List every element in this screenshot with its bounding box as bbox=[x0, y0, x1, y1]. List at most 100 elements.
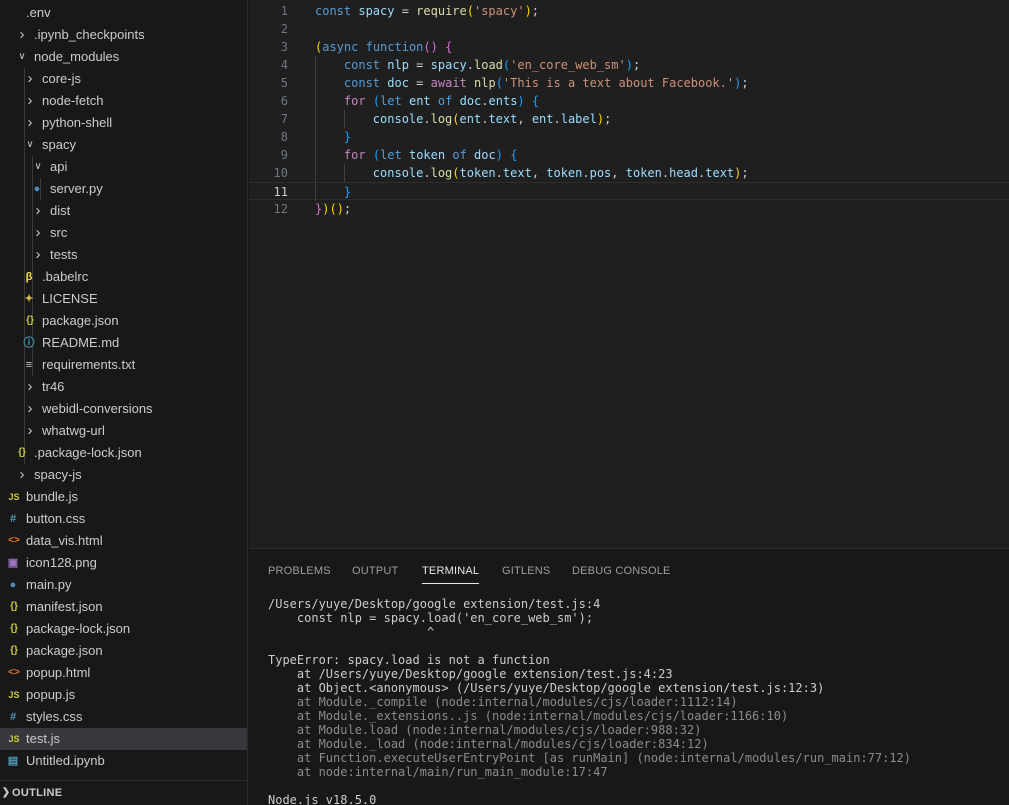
folder-ipynb-checkpoints[interactable]: › .ipynb_checkpoints bbox=[0, 24, 247, 46]
code-line[interactable]: 6 for (let ent of doc.ents) { bbox=[249, 92, 1009, 110]
folder-node-fetch[interactable]: › node-fetch bbox=[0, 90, 247, 112]
chevron-right-icon: › bbox=[35, 246, 41, 263]
python-icon: ● bbox=[9, 579, 17, 591]
bottom-panel: PROBLEMS OUTPUT TERMINAL GITLENS DEBUG CONSO… bbox=[249, 548, 1009, 805]
code-editor[interactable]: 1 const spacy = require('spacy'); 2 3 (async… bbox=[249, 0, 1009, 548]
file-bundle-js[interactable]: JS bundle.js bbox=[0, 486, 247, 508]
code-token: text bbox=[705, 166, 735, 180]
folder-core-js[interactable]: › core-js bbox=[0, 68, 247, 90]
folder-webidl-conversions[interactable]: › webidl-conversions bbox=[0, 398, 247, 420]
code-token: for bbox=[343, 148, 366, 162]
outline-section-header[interactable]: ❯ OUTLINE bbox=[0, 780, 247, 805]
explorer-sidebar: .env › .ipynb_checkpoints ∨ node_modules › cor… bbox=[0, 0, 248, 805]
chevron-right-icon: › bbox=[27, 92, 33, 109]
folder-python-shell[interactable]: › python-shell bbox=[0, 112, 247, 134]
folder-tr46[interactable]: › tr46 bbox=[0, 376, 247, 398]
file-package-json[interactable]: {} package.json bbox=[0, 640, 247, 662]
file-icon128-png[interactable]: ▣ icon128.png bbox=[0, 552, 247, 574]
code-token: load bbox=[474, 58, 503, 72]
code-token: ( bbox=[452, 166, 460, 180]
line-number: 9 bbox=[280, 148, 288, 162]
file-tree: .env › .ipynb_checkpoints ∨ node_modules › cor… bbox=[0, 2, 247, 772]
code-token: ; bbox=[741, 76, 749, 90]
file-package-lock-json[interactable]: {} package-lock.json bbox=[0, 618, 247, 640]
code-line[interactable]: 3 (async function() { bbox=[249, 38, 1009, 56]
file-babelrc[interactable]: β .babelrc bbox=[0, 266, 247, 288]
code-token: const bbox=[315, 4, 352, 18]
file-popup-js[interactable]: JS popup.js bbox=[0, 684, 247, 706]
indent-guide bbox=[24, 222, 25, 244]
folder-spacy-js[interactable]: › spacy-js bbox=[0, 464, 247, 486]
folder-api[interactable]: ∨ api bbox=[0, 156, 247, 178]
file-server-py[interactable]: ● server.py bbox=[0, 178, 247, 200]
code-token: const bbox=[343, 58, 381, 72]
tree-item-label: spacy-js bbox=[34, 467, 82, 482]
file-license[interactable]: ✦ LICENSE bbox=[0, 288, 247, 310]
folder-dist[interactable]: › dist bbox=[0, 200, 247, 222]
tree-item-label: node-fetch bbox=[42, 93, 104, 108]
terminal-output[interactable]: /Users/yuye/Desktop/google extension/tes… bbox=[268, 597, 1008, 805]
line-number: 7 bbox=[280, 112, 288, 126]
folder-src[interactable]: › src bbox=[0, 222, 247, 244]
code-line[interactable]: 1 const spacy = require('spacy'); bbox=[249, 2, 1009, 20]
code-line[interactable]: 4 const nlp = spacy.load('en_core_web_sm… bbox=[249, 56, 1009, 74]
file-data-vis-html[interactable]: <> data_vis.html bbox=[0, 530, 247, 552]
code-token: const bbox=[343, 76, 381, 90]
code-token: let bbox=[380, 94, 402, 108]
file-popup-html[interactable]: <> popup.html bbox=[0, 662, 247, 684]
code-token: ) bbox=[517, 94, 525, 108]
file-main-py[interactable]: ● main.py bbox=[0, 574, 247, 596]
code-token: ) bbox=[495, 148, 503, 162]
tree-item-label: python-shell bbox=[42, 115, 113, 130]
chevron-right-icon: › bbox=[27, 400, 33, 417]
terminal-line: at Module._load (node:internal/modules/c… bbox=[268, 737, 709, 751]
tree-item-label: Untitled.ipynb bbox=[26, 753, 105, 768]
chevron-right-icon: › bbox=[27, 70, 33, 87]
code-line[interactable]: 2 bbox=[249, 20, 1009, 38]
code-line[interactable]: 10 console.log(token.text, token.pos, to… bbox=[249, 164, 1009, 182]
file-manifest-json[interactable]: {} manifest.json bbox=[0, 596, 247, 618]
tab-output[interactable]: OUTPUT bbox=[352, 563, 398, 579]
tree-item-label: popup.js bbox=[26, 687, 76, 702]
folder-spacy[interactable]: ∨ spacy bbox=[0, 134, 247, 156]
file-button-css[interactable]: # button.css bbox=[0, 508, 247, 530]
code-token: . bbox=[495, 166, 503, 180]
code-line[interactable]: 7 console.log(ent.text, ent.label); bbox=[249, 110, 1009, 128]
tab-debug-console[interactable]: DEBUG CONSOLE bbox=[572, 563, 671, 579]
chevron-right-icon: › bbox=[19, 26, 25, 43]
file-styles-css[interactable]: # styles.css bbox=[0, 706, 247, 728]
code-token: , bbox=[517, 112, 532, 126]
file-untitled-ipynb[interactable]: ▤ Untitled.ipynb bbox=[0, 750, 247, 772]
code-token: ( bbox=[452, 112, 460, 126]
python-icon: ● bbox=[33, 183, 41, 195]
code-line[interactable]: 11 } bbox=[249, 182, 1009, 201]
folder-node-modules[interactable]: ∨ node_modules bbox=[0, 46, 247, 68]
code-token: doc bbox=[387, 76, 409, 90]
code-token: text bbox=[502, 166, 532, 180]
gear-icon bbox=[6, 2, 20, 24]
file-readme-md[interactable]: ⓘ README.md bbox=[0, 332, 247, 354]
code-token: ; bbox=[604, 112, 612, 126]
code-line[interactable]: 8 } bbox=[249, 128, 1009, 146]
tab-gitlens[interactable]: GITLENS bbox=[502, 563, 550, 579]
file-requirements-txt[interactable]: ≡ requirements.txt bbox=[0, 354, 247, 376]
file-package-lock-json[interactable]: {} .package-lock.json bbox=[0, 442, 247, 464]
folder-tests[interactable]: › tests bbox=[0, 244, 247, 266]
terminal-line: Node.js v18.5.0 bbox=[268, 793, 377, 805]
info-icon: ⓘ bbox=[23, 337, 35, 349]
folder-whatwg-url[interactable]: › whatwg-url bbox=[0, 420, 247, 442]
code-token: ; bbox=[531, 4, 540, 18]
file-package-json[interactable]: {} package.json bbox=[0, 310, 247, 332]
code-line[interactable]: 5 const doc = await nlp('This is a text … bbox=[249, 74, 1009, 92]
file-test-js[interactable]: JS test.js bbox=[0, 728, 247, 750]
code-line[interactable]: 9 for (let token of doc) { bbox=[249, 146, 1009, 164]
tab-terminal[interactable]: TERMINAL bbox=[422, 563, 480, 584]
code-token: ; bbox=[343, 202, 352, 216]
file-env[interactable]: .env bbox=[0, 2, 247, 24]
terminal-line: ^ bbox=[268, 625, 435, 639]
tree-item-label: popup.html bbox=[26, 665, 91, 680]
code-line[interactable]: 12})(); bbox=[249, 200, 1009, 218]
tab-problems[interactable]: PROBLEMS bbox=[268, 563, 331, 579]
